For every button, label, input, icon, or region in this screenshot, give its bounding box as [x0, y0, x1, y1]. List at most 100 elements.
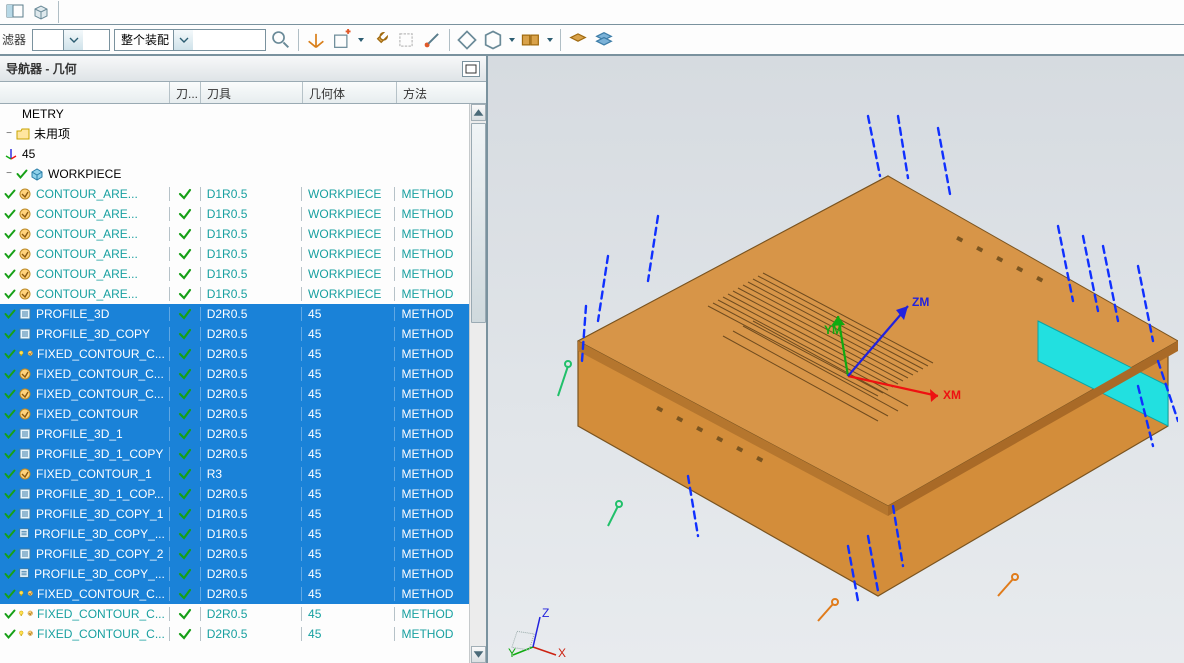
- dropdown-arrow-icon[interactable]: [357, 29, 365, 51]
- check-icon[interactable]: [4, 188, 16, 200]
- check-icon[interactable]: [4, 248, 16, 260]
- check-icon[interactable]: [16, 168, 28, 180]
- operation-row[interactable]: PROFILE_3D_COPY_1D1R0.545METHOD: [0, 504, 469, 524]
- collapse-icon[interactable]: −: [4, 129, 14, 139]
- op-name-cell[interactable]: PROFILE_3D_COPY_...: [0, 527, 169, 541]
- minimize-panel-button[interactable]: [462, 61, 480, 77]
- operation-row[interactable]: FIXED_CONTOUR_C...D2R0.545METHOD: [0, 604, 469, 624]
- op-name-cell[interactable]: PROFILE_3D: [0, 307, 169, 321]
- check-icon[interactable]: [4, 528, 16, 540]
- graphics-viewport[interactable]: XM YM ZM X Y Z: [488, 56, 1184, 663]
- operation-row[interactable]: CONTOUR_ARE...D1R0.5WORKPIECEMETHOD: [0, 204, 469, 224]
- operation-row[interactable]: PROFILE_3D_COPY_...D2R0.545METHOD: [0, 564, 469, 584]
- tree-node[interactable]: 45: [0, 144, 469, 164]
- operation-row[interactable]: FIXED_CONTOUR_C...D2R0.545METHOD: [0, 624, 469, 644]
- axis-icon[interactable]: [305, 29, 327, 51]
- operation-row[interactable]: FIXED_CONTOUR_C...D2R0.545METHOD: [0, 364, 469, 384]
- op-name-cell[interactable]: PROFILE_3D_COPY_2: [0, 547, 169, 561]
- operation-row[interactable]: CONTOUR_ARE...D1R0.5WORKPIECEMETHOD: [0, 184, 469, 204]
- check-icon[interactable]: [4, 288, 16, 300]
- col-tool[interactable]: 刀具: [201, 82, 303, 103]
- assembly-combo[interactable]: 整个装配: [114, 29, 266, 51]
- probe-icon[interactable]: [421, 29, 443, 51]
- col-method[interactable]: 方法: [397, 82, 472, 103]
- scroll-thumb[interactable]: [471, 123, 486, 323]
- op-name-cell[interactable]: FIXED_CONTOUR_C...: [0, 587, 169, 601]
- check-icon[interactable]: [4, 448, 16, 460]
- check-icon[interactable]: [4, 548, 16, 560]
- check-icon[interactable]: [4, 508, 16, 520]
- operation-row[interactable]: PROFILE_3D_1D2R0.545METHOD: [0, 424, 469, 444]
- col-check[interactable]: 刀...: [170, 82, 201, 103]
- op-name-cell[interactable]: PROFILE_3D_1_COPY: [0, 447, 169, 461]
- box-icon[interactable]: [32, 3, 50, 21]
- op-name-cell[interactable]: FIXED_CONTOUR_C...: [0, 627, 169, 641]
- col-geom[interactable]: 几何体: [303, 82, 397, 103]
- op-name-cell[interactable]: FIXED_CONTOUR: [0, 407, 169, 421]
- operation-row[interactable]: CONTOUR_ARE...D1R0.5WORKPIECEMETHOD: [0, 224, 469, 244]
- wrench-icon[interactable]: [369, 29, 391, 51]
- check-icon[interactable]: [4, 408, 16, 420]
- op-name-cell[interactable]: FIXED_CONTOUR_C...: [0, 367, 169, 381]
- op-name-cell[interactable]: CONTOUR_ARE...: [0, 207, 169, 221]
- filter-combo[interactable]: [32, 29, 110, 51]
- tree-node[interactable]: −未用项: [0, 124, 469, 144]
- operation-row[interactable]: CONTOUR_ARE...D1R0.5WORKPIECEMETHOD: [0, 284, 469, 304]
- check-icon[interactable]: [4, 308, 16, 320]
- dropdown-arrow-icon[interactable]: [546, 29, 554, 51]
- operation-row[interactable]: FIXED_CONTOUR_C...D2R0.545METHOD: [0, 344, 469, 364]
- operation-row[interactable]: PROFILE_3D_COPYD2R0.545METHOD: [0, 324, 469, 344]
- node-name-cell[interactable]: METRY: [0, 107, 169, 121]
- dropdown-arrow-icon[interactable]: [508, 29, 516, 51]
- collapse-icon[interactable]: −: [4, 169, 14, 179]
- op-name-cell[interactable]: PROFILE_3D_1: [0, 427, 169, 441]
- view-layout-icon[interactable]: [6, 3, 24, 21]
- operation-row[interactable]: PROFILE_3D_1_COP...D2R0.545METHOD: [0, 484, 469, 504]
- op-name-cell[interactable]: PROFILE_3D_COPY_...: [0, 567, 169, 581]
- add-op-icon[interactable]: [331, 29, 353, 51]
- op-name-cell[interactable]: PROFILE_3D_1_COP...: [0, 487, 169, 501]
- op-name-cell[interactable]: CONTOUR_ARE...: [0, 287, 169, 301]
- hex-icon[interactable]: [482, 29, 504, 51]
- check-icon[interactable]: [4, 608, 16, 620]
- chevron-down-icon[interactable]: [63, 30, 83, 50]
- op-name-cell[interactable]: CONTOUR_ARE...: [0, 187, 169, 201]
- operation-row[interactable]: FIXED_CONTOURD2R0.545METHOD: [0, 404, 469, 424]
- more-icon[interactable]: [520, 29, 542, 51]
- operation-row[interactable]: FIXED_CONTOUR_C...D2R0.545METHOD: [0, 584, 469, 604]
- check-icon[interactable]: [4, 268, 16, 280]
- op-name-cell[interactable]: CONTOUR_ARE...: [0, 267, 169, 281]
- find-icon[interactable]: [270, 29, 292, 51]
- op-name-cell[interactable]: CONTOUR_ARE...: [0, 247, 169, 261]
- operation-row[interactable]: PROFILE_3D_COPY_2D2R0.545METHOD: [0, 544, 469, 564]
- op-name-cell[interactable]: FIXED_CONTOUR_C...: [0, 607, 169, 621]
- operation-row[interactable]: CONTOUR_ARE...D1R0.5WORKPIECEMETHOD: [0, 264, 469, 284]
- check-icon[interactable]: [4, 348, 16, 360]
- tree-node[interactable]: METRY: [0, 104, 469, 124]
- col-name[interactable]: [0, 82, 170, 103]
- check-icon[interactable]: [4, 628, 16, 640]
- operation-row[interactable]: PROFILE_3D_COPY_...D1R0.545METHOD: [0, 524, 469, 544]
- ghost-icon[interactable]: [395, 29, 417, 51]
- check-icon[interactable]: [4, 568, 16, 580]
- operation-row[interactable]: PROFILE_3DD2R0.545METHOD: [0, 304, 469, 324]
- op-name-cell[interactable]: FIXED_CONTOUR_1: [0, 467, 169, 481]
- op-name-cell[interactable]: PROFILE_3D_COPY_1: [0, 507, 169, 521]
- operation-row[interactable]: CONTOUR_ARE...D1R0.5WORKPIECEMETHOD: [0, 244, 469, 264]
- op-name-cell[interactable]: FIXED_CONTOUR_C...: [0, 347, 169, 361]
- operation-row[interactable]: FIXED_CONTOUR_C...D2R0.545METHOD: [0, 384, 469, 404]
- chevron-down-icon[interactable]: [173, 30, 193, 50]
- vertical-scrollbar[interactable]: [469, 104, 486, 663]
- layer1-icon[interactable]: [567, 29, 589, 51]
- op-name-cell[interactable]: FIXED_CONTOUR_C...: [0, 387, 169, 401]
- op-name-cell[interactable]: CONTOUR_ARE...: [0, 227, 169, 241]
- check-icon[interactable]: [4, 428, 16, 440]
- scroll-track[interactable]: [471, 121, 486, 646]
- node-name-cell[interactable]: 45: [0, 147, 169, 161]
- check-icon[interactable]: [4, 388, 16, 400]
- scroll-down-icon[interactable]: [471, 646, 486, 663]
- op-name-cell[interactable]: PROFILE_3D_COPY: [0, 327, 169, 341]
- check-icon[interactable]: [4, 468, 16, 480]
- path-icon[interactable]: [456, 29, 478, 51]
- check-icon[interactable]: [4, 208, 16, 220]
